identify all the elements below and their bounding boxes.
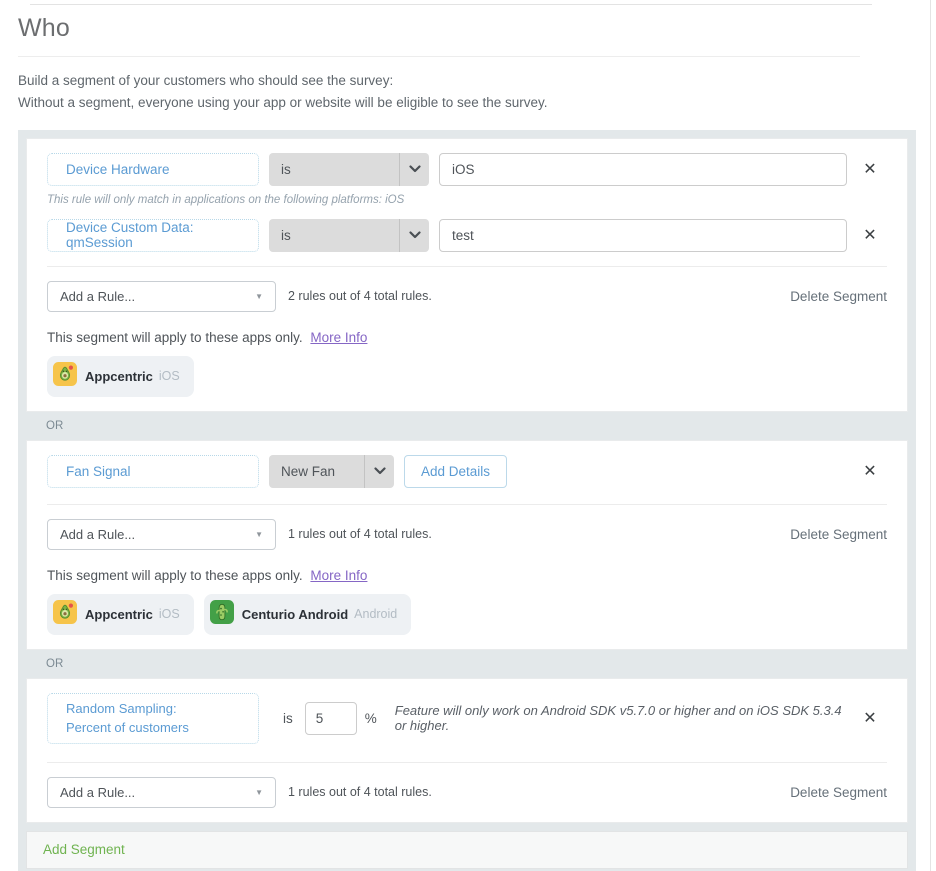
rules-count: 2 rules out of 4 total rules. — [288, 289, 432, 303]
rule-operator-value: New Fan — [269, 455, 364, 488]
rule-operator-select[interactable]: New Fan — [269, 455, 394, 488]
app-badges-row: Appcentric iOS — [47, 594, 887, 635]
rule-attribute-label: Fan Signal — [66, 464, 131, 479]
rule-attribute-chip[interactable]: Device Hardware — [47, 153, 259, 186]
apps-note-text: This segment will apply to these apps on… — [47, 330, 303, 345]
rule-attribute-label: Device Hardware — [66, 162, 170, 177]
remove-rule-button[interactable]: ✕ — [853, 702, 887, 735]
or-divider: OR — [26, 412, 908, 440]
rule-attribute-chip[interactable]: Random Sampling: Percent of customers — [47, 693, 259, 744]
delete-segment-button[interactable]: Delete Segment — [790, 289, 887, 304]
cactus-app-icon — [210, 600, 234, 629]
app-platform: iOS — [159, 369, 180, 383]
sdk-requirement-note: Feature will only work on Android SDK v5… — [395, 703, 853, 733]
rule-attribute-chip[interactable]: Device Custom Data: qmSession — [47, 219, 259, 252]
rule-attribute-label: Device Custom Data: qmSession — [66, 220, 258, 250]
app-badge: Centurio Android Android — [204, 594, 412, 635]
rule-platform-note: This rule will only match in application… — [47, 194, 887, 206]
rule-attribute-label-line2: Percent of customers — [66, 718, 189, 738]
percent-unit: % — [365, 711, 377, 726]
segment-card-1: Device Hardware is ✕ This rule will only… — [26, 138, 908, 412]
rules-count: 1 rules out of 4 total rules. — [288, 527, 432, 541]
dropdown-triangle-icon: ▼ — [255, 530, 263, 539]
remove-rule-button[interactable]: ✕ — [853, 455, 887, 488]
app-platform: Android — [354, 607, 397, 621]
rule-row: Fan Signal New Fan Add Details ✕ — [47, 455, 887, 488]
apps-note: This segment will apply to these apps on… — [47, 330, 887, 345]
delete-segment-button[interactable]: Delete Segment — [790, 527, 887, 542]
top-section-divider — [30, 4, 872, 5]
rule-operator-text: is — [283, 711, 293, 726]
segments-container: Device Hardware is ✕ This rule will only… — [18, 130, 916, 871]
page-title: Who — [18, 14, 860, 57]
add-rule-row: Add a Rule... ▼ 1 rules out of 4 total r… — [47, 777, 887, 808]
rule-value-input[interactable] — [439, 153, 847, 186]
percent-value-input[interactable] — [305, 702, 357, 735]
close-icon: ✕ — [863, 161, 876, 178]
card-divider — [47, 266, 887, 267]
apps-note: This segment will apply to these apps on… — [47, 568, 887, 583]
rule-operator-value: is — [269, 153, 399, 186]
app-badge: Appcentric iOS — [47, 594, 194, 635]
more-info-link[interactable]: More Info — [310, 568, 367, 583]
add-rule-row: Add a Rule... ▼ 1 rules out of 4 total r… — [47, 519, 887, 550]
rule-row: Device Hardware is ✕ — [47, 153, 887, 186]
avocado-app-icon — [53, 362, 77, 391]
app-name: Appcentric — [85, 607, 153, 622]
add-rule-label: Add a Rule... — [60, 785, 135, 800]
add-rule-select[interactable]: Add a Rule... ▼ — [47, 777, 276, 808]
description-line-2: Without a segment, everyone using your a… — [18, 92, 916, 114]
rule-attribute-chip[interactable]: Fan Signal — [47, 455, 259, 488]
rule-operator-select[interactable]: is — [269, 219, 429, 252]
remove-rule-button[interactable]: ✕ — [853, 219, 887, 252]
segment-card-3: Random Sampling: Percent of customers is… — [26, 678, 908, 823]
rule-value-input[interactable] — [439, 219, 847, 252]
app-name: Centurio Android — [242, 607, 348, 622]
add-rule-label: Add a Rule... — [60, 527, 135, 542]
segment-card-2: Fan Signal New Fan Add Details ✕ — [26, 440, 908, 650]
rule-row: Device Custom Data: qmSession is ✕ — [47, 219, 887, 252]
add-rule-row: Add a Rule... ▼ 2 rules out of 4 total r… — [47, 281, 887, 312]
add-details-button[interactable]: Add Details — [404, 455, 507, 488]
more-info-link[interactable]: More Info — [310, 330, 367, 345]
chevron-down-icon — [364, 455, 394, 488]
dropdown-triangle-icon: ▼ — [255, 292, 263, 301]
who-section: Who Build a segment of your customers wh… — [18, 14, 916, 871]
dropdown-triangle-icon: ▼ — [255, 788, 263, 797]
description-line-1: Build a segment of your customers who sh… — [18, 70, 916, 92]
chevron-down-icon — [399, 219, 429, 252]
add-rule-select[interactable]: Add a Rule... ▼ — [47, 281, 276, 312]
rule-operator-value: is — [269, 219, 399, 252]
rules-count: 1 rules out of 4 total rules. — [288, 785, 432, 799]
section-description: Build a segment of your customers who sh… — [18, 70, 916, 115]
app-platform: iOS — [159, 607, 180, 621]
delete-segment-button[interactable]: Delete Segment — [790, 785, 887, 800]
add-rule-label: Add a Rule... — [60, 289, 135, 304]
card-divider — [47, 762, 887, 763]
app-badge: Appcentric iOS — [47, 356, 194, 397]
add-rule-select[interactable]: Add a Rule... ▼ — [47, 519, 276, 550]
chevron-down-icon — [399, 153, 429, 186]
rule-row: Random Sampling: Percent of customers is… — [47, 693, 887, 744]
scrollbar-track-line[interactable] — [930, 0, 931, 871]
app-badges-row: Appcentric iOS — [47, 356, 887, 397]
close-icon: ✕ — [863, 710, 876, 727]
add-segment-button[interactable]: Add Segment — [26, 831, 908, 869]
or-divider: OR — [26, 650, 908, 678]
app-name: Appcentric — [85, 369, 153, 384]
close-icon: ✕ — [863, 227, 876, 244]
avocado-app-icon — [53, 600, 77, 629]
card-divider — [47, 504, 887, 505]
rule-operator-select[interactable]: is — [269, 153, 429, 186]
close-icon: ✕ — [863, 463, 876, 480]
apps-note-text: This segment will apply to these apps on… — [47, 568, 303, 583]
rule-attribute-label-line1: Random Sampling: — [66, 699, 177, 719]
remove-rule-button[interactable]: ✕ — [853, 153, 887, 186]
who-page: Who Build a segment of your customers wh… — [0, 0, 936, 871]
